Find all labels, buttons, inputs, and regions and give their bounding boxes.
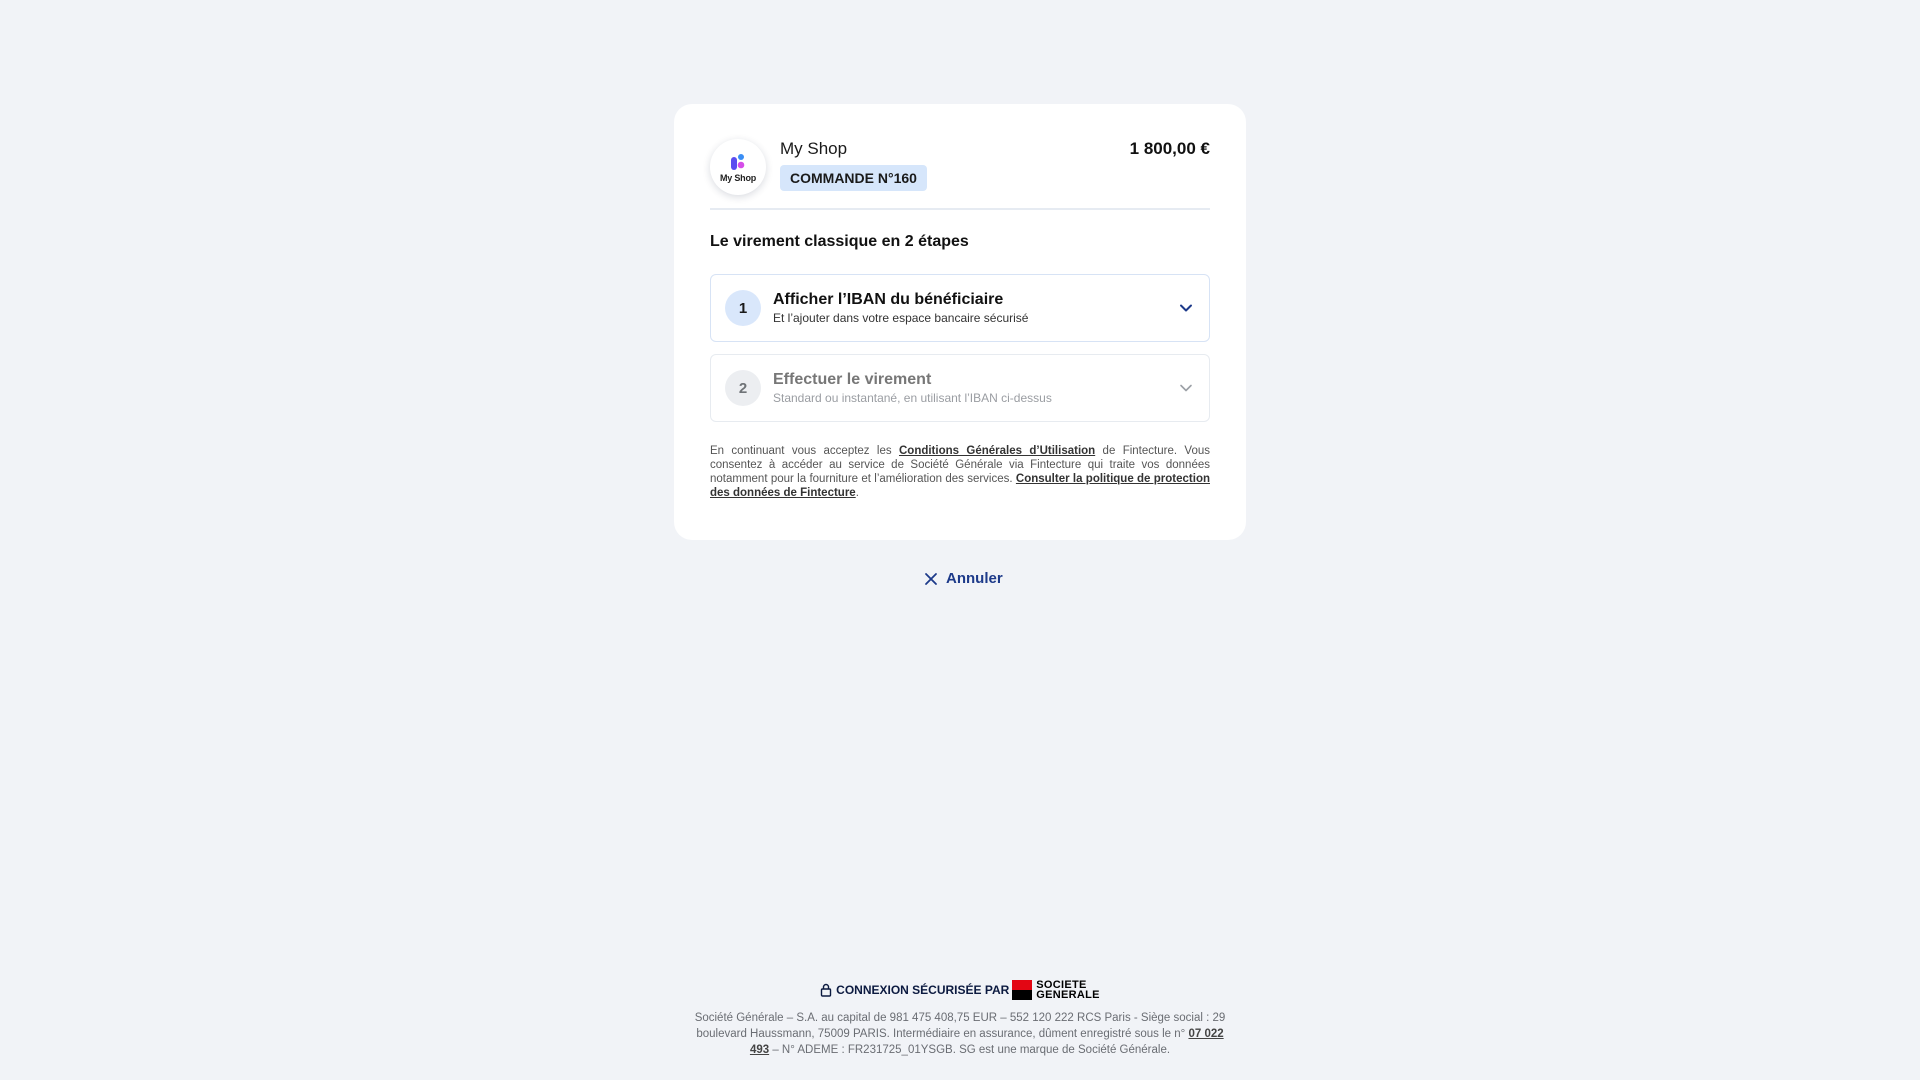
step-subtitle: Standard ou instantané, en utilisant l’I… <box>773 391 1052 405</box>
order-amount: 1 800,00 € <box>1129 139 1210 158</box>
step-make-transfer[interactable]: 2 Effectuer le virement Standard ou inst… <box>710 354 1210 422</box>
step-show-iban[interactable]: 1 Afficher l’IBAN du bénéficiaire Et l’a… <box>710 274 1210 342</box>
cancel-button[interactable]: Annuler <box>924 570 1003 587</box>
chevron-down-icon[interactable] <box>1179 301 1193 315</box>
merchant-logo: My Shop <box>710 139 766 195</box>
sg-logo-line: GENERALE <box>1036 989 1100 1001</box>
section-title: Le virement classique en 2 étapes <box>710 233 969 250</box>
order-badge: COMMANDE N°160 <box>780 165 927 191</box>
sg-square-icon <box>1012 980 1033 1000</box>
step-number: 1 <box>725 290 761 326</box>
societe-generale-logo: SOCIETE GENERALE <box>1012 980 1100 1001</box>
cancel-label: Annuler <box>946 570 1003 587</box>
footer-legal-part: Société Générale – S.A. au capital de 98… <box>694 1012 1226 1040</box>
shop-logo-icon <box>731 153 745 170</box>
close-icon <box>925 572 937 585</box>
step-number: 2 <box>725 370 761 406</box>
merchant-logo-text: My Shop <box>719 172 757 183</box>
consent-text-part: . <box>855 487 859 499</box>
consent-text-part: En continuant vous acceptez les <box>710 445 899 457</box>
merchant-info: My Shop COMMANDE N°160 <box>780 139 927 191</box>
footer-legal-part: – N° ADEME : FR231725_01YSGB. SG est une… <box>769 1044 1171 1056</box>
step-text: Afficher l’IBAN du bénéficiaire Et l’ajo… <box>773 290 1028 326</box>
step-subtitle: Et l’ajouter dans votre espace bancaire … <box>773 311 1029 325</box>
footer: CONNEXION SÉCURISÉE PAR SOCIETE GENERALE… <box>0 980 1920 1058</box>
secure-label: CONNEXION SÉCURISÉE PAR <box>836 983 1010 997</box>
lock-icon <box>820 983 832 997</box>
step-text: Effectuer le virement Standard ou instan… <box>773 370 1052 406</box>
cgu-link[interactable]: Conditions Générales d’Utilisation <box>899 445 1095 457</box>
secure-connection: CONNEXION SÉCURISÉE PAR SOCIETE GENERALE <box>0 980 1920 1001</box>
sg-logo-text: SOCIETE GENERALE <box>1036 980 1100 1001</box>
payment-card: My Shop My Shop COMMANDE N°160 1 800,00 … <box>674 104 1246 540</box>
step-title: Effectuer le virement <box>773 371 932 388</box>
merchant-header: My Shop My Shop COMMANDE N°160 1 800,00 … <box>710 139 1210 210</box>
merchant-name: My Shop <box>780 139 848 158</box>
footer-legal-text: Société Générale – S.A. au capital de 98… <box>690 1010 1230 1058</box>
consent-text: En continuant vous acceptez les Conditio… <box>710 444 1210 500</box>
chevron-down-icon[interactable] <box>1179 381 1193 395</box>
step-title: Afficher l’IBAN du bénéficiaire <box>773 291 1004 308</box>
